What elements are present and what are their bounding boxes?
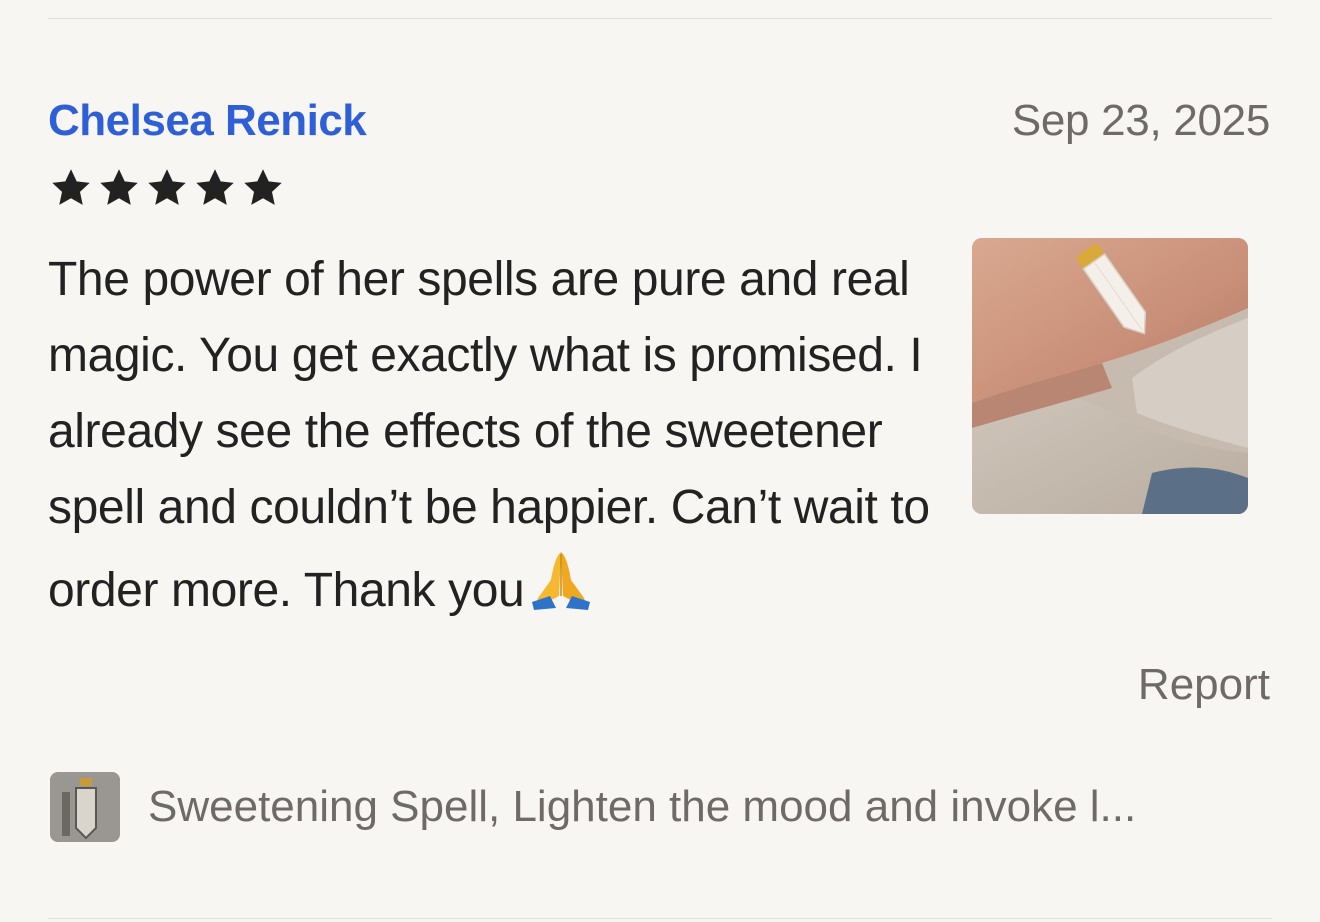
review-body: The power of her spells are pure and rea… bbox=[48, 242, 968, 629]
listing-link[interactable]: Sweetening Spell, Lighten the mood and i… bbox=[50, 772, 1270, 842]
star-rating bbox=[48, 166, 286, 210]
pendant-thumbnail-icon bbox=[50, 772, 120, 842]
review-date: Sep 23, 2025 bbox=[1011, 96, 1270, 145]
bottom-divider bbox=[48, 918, 1272, 919]
review-card: Chelsea Renick Sep 23, 2025 The power of… bbox=[0, 0, 1320, 922]
report-link[interactable]: Report bbox=[1138, 660, 1270, 710]
star-icon bbox=[244, 169, 282, 205]
listing-title: Sweetening Spell, Lighten the mood and i… bbox=[148, 782, 1137, 831]
review-text: The power of her spells are pure and rea… bbox=[48, 253, 930, 617]
top-divider bbox=[48, 18, 1272, 19]
reviewer-name-link[interactable]: Chelsea Renick bbox=[48, 96, 367, 146]
star-icon bbox=[148, 169, 186, 205]
star-icon bbox=[52, 169, 90, 205]
listing-thumbnail bbox=[50, 772, 120, 842]
folded-hands-emoji-icon bbox=[532, 552, 591, 610]
review-photo-image bbox=[972, 238, 1248, 514]
star-icon bbox=[100, 169, 138, 205]
review-photo[interactable] bbox=[972, 238, 1248, 514]
star-icon bbox=[196, 169, 234, 205]
review-header: Chelsea Renick Sep 23, 2025 bbox=[48, 96, 1270, 146]
